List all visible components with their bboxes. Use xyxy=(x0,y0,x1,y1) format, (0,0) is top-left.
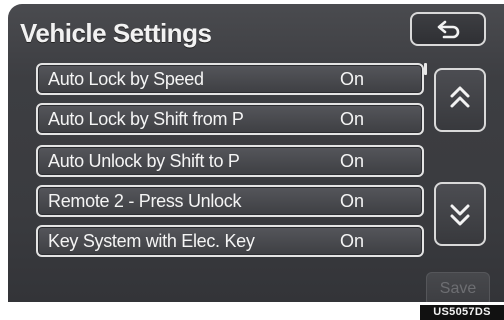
setting-label: Key System with Elec. Key xyxy=(48,231,255,251)
setting-label: Remote 2 - Press Unlock xyxy=(48,191,242,211)
setting-row-auto-unlock-by-shift-to-p[interactable]: Auto Unlock by Shift to P On xyxy=(36,145,424,177)
page-up-button[interactable] xyxy=(434,68,486,132)
setting-row-auto-lock-by-shift-from-p[interactable]: Auto Lock by Shift from P On xyxy=(36,103,424,135)
scrollbar[interactable] xyxy=(424,63,427,257)
double-chevron-up-icon xyxy=(450,86,470,108)
double-chevron-down-icon xyxy=(450,204,470,226)
setting-row-key-system-with-elec-key[interactable]: Key System with Elec. Key On xyxy=(36,225,424,257)
page-down-button[interactable] xyxy=(434,182,486,246)
page-title: Vehicle Settings xyxy=(20,18,212,48)
setting-row-remote-2-press-unlock[interactable]: Remote 2 - Press Unlock On xyxy=(36,185,424,217)
vehicle-settings-screen: Vehicle Settings Auto Lock by Speed On A… xyxy=(8,4,504,302)
setting-value: On xyxy=(340,231,365,251)
scrollbar-thumb[interactable] xyxy=(424,63,427,75)
setting-label: Auto Unlock by Shift to P xyxy=(48,151,240,171)
back-button[interactable] xyxy=(410,12,486,46)
back-arrow-icon xyxy=(437,20,460,39)
setting-value: On xyxy=(340,109,365,129)
save-button[interactable]: Save xyxy=(426,272,490,302)
setting-row-auto-lock-by-speed[interactable]: Auto Lock by Speed On xyxy=(36,63,424,95)
setting-value: On xyxy=(340,69,365,89)
image-code-label: US5057DS xyxy=(420,305,504,320)
setting-label: Auto Lock by Shift from P xyxy=(48,109,244,129)
setting-label: Auto Lock by Speed xyxy=(48,69,204,89)
save-button-label: Save xyxy=(439,280,477,297)
setting-value: On xyxy=(340,191,365,211)
setting-value: On xyxy=(340,151,365,171)
